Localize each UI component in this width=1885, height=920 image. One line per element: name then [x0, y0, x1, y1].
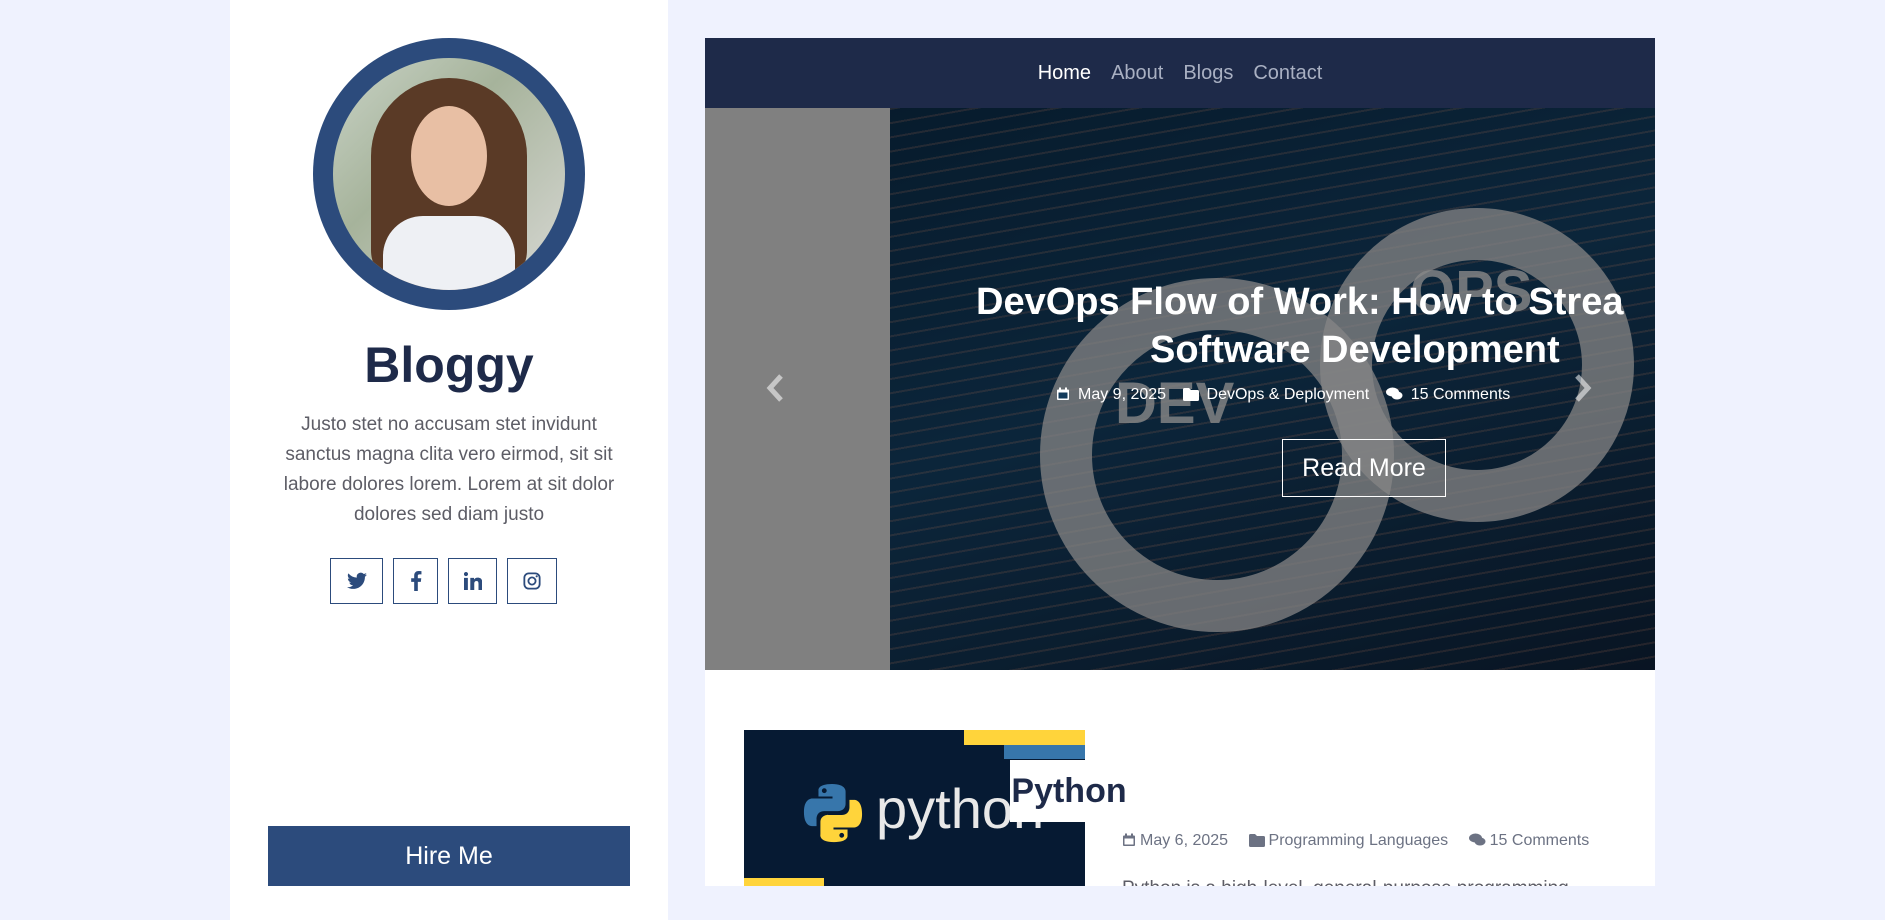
instagram-link[interactable]: [507, 558, 557, 604]
chevron-right-icon: [1575, 374, 1592, 402]
slide-date: May 9, 2025: [1056, 386, 1170, 403]
top-navbar: Home About Blogs Contact: [705, 38, 1655, 108]
nav-about[interactable]: About: [1111, 62, 1163, 85]
post-title[interactable]: Python: [1010, 760, 1128, 822]
read-more-button[interactable]: Read More: [1282, 439, 1446, 497]
avatar-photo: [333, 58, 565, 290]
comments-icon: [1385, 387, 1403, 400]
linkedin-icon: [463, 572, 482, 590]
post-excerpt: Python is a high-level, general-purpose …: [1122, 878, 1569, 886]
bio-text: Justo stet no accusam stet invidunt sanc…: [283, 414, 615, 525]
chevron-left-icon: [766, 374, 783, 402]
python-logo-icon: [803, 783, 863, 843]
slide-category[interactable]: DevOps & Deployment: [1182, 386, 1374, 403]
post-category[interactable]: Programming Languages: [1248, 832, 1457, 849]
nav-contact[interactable]: Contact: [1253, 62, 1322, 85]
calendar-icon: [1057, 387, 1069, 400]
nav-blogs[interactable]: Blogs: [1183, 62, 1233, 85]
comments-icon: [1468, 833, 1486, 846]
carousel-prev[interactable]: [765, 370, 785, 412]
instagram-icon: [523, 572, 541, 590]
featured-carousel: DEV OPS DevOps Flow of Work: How to Stre…: [705, 108, 1655, 670]
slide-title[interactable]: DevOps Flow of Work: How to Strea Softwa…: [970, 278, 1655, 374]
post-date: May 6, 2025: [1122, 832, 1236, 849]
hire-me-button[interactable]: Hire Me: [268, 826, 630, 886]
avatar: [313, 38, 585, 310]
post-comments[interactable]: 15 Comments: [1468, 832, 1598, 849]
nav-home[interactable]: Home: [1038, 62, 1091, 85]
slide-title-line2: Software Development: [1150, 329, 1560, 371]
main-content: Home About Blogs Contact DEV OPS DevOps …: [705, 38, 1655, 886]
twitter-link[interactable]: [330, 558, 383, 604]
social-links: [330, 558, 557, 606]
brand-title: Bloggy: [364, 337, 534, 393]
carousel-next[interactable]: [1573, 370, 1593, 412]
slide-title-line1: DevOps Flow of Work: How to Strea: [976, 281, 1624, 323]
linkedin-link[interactable]: [448, 558, 497, 604]
folder-icon: [1182, 388, 1199, 401]
slide-comments[interactable]: 15 Comments: [1385, 386, 1515, 403]
post-meta: May 6, 2025 Programming Languages 15 Com…: [1122, 832, 1605, 850]
slide-meta: May 9, 2025 DevOps & Deployment 15 Comme…: [1052, 386, 1655, 404]
twitter-icon: [346, 572, 367, 589]
facebook-link[interactable]: [393, 558, 438, 604]
facebook-icon: [410, 571, 421, 591]
sidebar: Bloggy Justo stet no accusam stet invidu…: [230, 0, 668, 920]
folder-icon: [1248, 834, 1265, 847]
calendar-icon: [1123, 833, 1135, 846]
